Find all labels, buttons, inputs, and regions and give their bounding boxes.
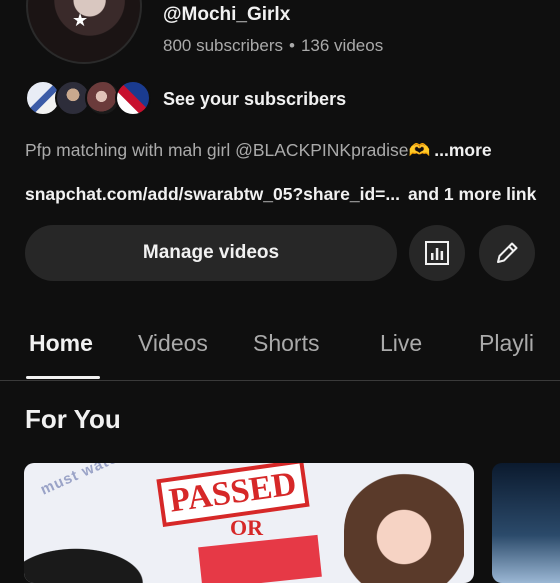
tab-videos[interactable]: Videos	[138, 330, 208, 357]
analytics-icon	[425, 241, 449, 265]
star-decoration: ★	[72, 10, 89, 30]
analytics-button[interactable]	[409, 225, 465, 281]
manage-videos-button[interactable]: Manage videos	[25, 225, 397, 281]
video-thumbnail[interactable]: must watch PASSED OR	[24, 463, 474, 583]
thumbnail-shadow	[24, 543, 154, 583]
channel-links[interactable]: snapchat.com/add/swarabtw_05?share_id=..…	[25, 184, 536, 205]
thumbnail-subtext: OR	[230, 515, 263, 540]
channel-tabs: Home Videos Shorts Live Playli	[0, 320, 560, 381]
video-thumbnail[interactable]	[492, 463, 560, 583]
edit-channel-button[interactable]	[479, 225, 535, 281]
video-count: 136 videos	[300, 36, 384, 55]
tab-shorts[interactable]: Shorts	[253, 330, 319, 357]
stats-separator: •	[289, 36, 295, 55]
section-title: For You	[25, 404, 121, 434]
active-tab-indicator	[26, 376, 100, 379]
manage-videos-label: Manage videos	[142, 242, 280, 263]
heart-hands-icon: 🫶	[408, 140, 431, 160]
channel-avatar[interactable]: ★	[26, 0, 142, 64]
primary-link[interactable]: snapchat.com/add/swarabtw_05?share_id=..…	[25, 184, 400, 204]
description-text: Pfp matching with mah girl @BLACKPINKpra…	[25, 140, 409, 160]
subscriber-count: 800 subscribers	[163, 36, 284, 55]
thumbnail-banner	[198, 534, 322, 583]
pencil-icon	[497, 242, 518, 263]
tab-live[interactable]: Live	[380, 330, 422, 357]
thumbnail-character	[344, 471, 464, 583]
see-subscribers-link[interactable]: See your subscribers	[163, 89, 346, 110]
channel-handle: @Mochi_Girlx	[163, 4, 291, 25]
more-links-button[interactable]: and 1 more link	[408, 184, 536, 204]
thumbnail-overlay-text: must watch	[38, 463, 130, 499]
subscriber-avatar	[115, 80, 151, 116]
channel-description[interactable]: Pfp matching with mah girl @BLACKPINKpra…	[25, 140, 492, 161]
tab-playlists[interactable]: Playli	[479, 330, 534, 357]
description-more-button[interactable]: ...more	[434, 140, 491, 160]
tab-home[interactable]: Home	[29, 330, 93, 357]
subscriber-avatars[interactable]	[25, 80, 155, 118]
channel-stats: 800 subscribers • 136 videos	[163, 36, 383, 56]
